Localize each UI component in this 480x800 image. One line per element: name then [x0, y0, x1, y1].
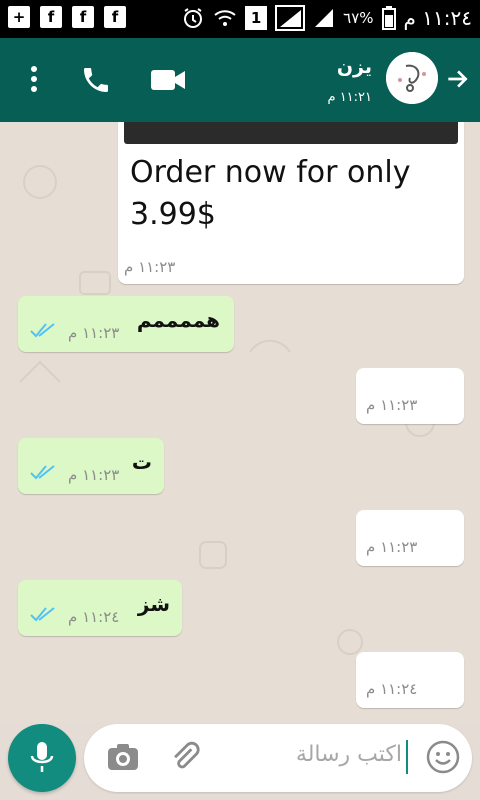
sim-label: 1 [250, 9, 262, 27]
outgoing-message[interactable]: ت ١١:٢٣ م [18, 438, 164, 494]
message-composer: اكتب رسالة [84, 724, 472, 792]
message-time: ١١:٢٣ م [68, 324, 120, 342]
text-cursor [406, 740, 408, 774]
outgoing-message[interactable]: هممممم ١١:٢٣ م [18, 296, 234, 352]
wifi-icon [213, 6, 237, 30]
incoming-message[interactable]: ١١:٢٣ م [356, 510, 464, 566]
clock: ١١:٢٤ م [403, 6, 472, 30]
phone-icon[interactable] [80, 64, 112, 100]
avatar[interactable] [386, 52, 438, 104]
microphone-button[interactable] [8, 724, 76, 792]
message-text: شز [137, 592, 170, 616]
chat-area[interactable]: Order now for only 3.99$ ١١:٢٣ م هممممم … [0, 122, 480, 722]
camera-icon[interactable] [106, 742, 140, 776]
message-time: ١١:٢٤ م [366, 680, 418, 698]
signal-icon [275, 5, 306, 31]
microphone-icon [30, 742, 54, 772]
last-seen: ١١:٢١ م [327, 90, 373, 105]
read-receipt-icon [30, 465, 55, 480]
outgoing-message[interactable]: شز ١١:٢٤ م [18, 580, 182, 636]
signal-icon [313, 7, 335, 29]
card-image [124, 122, 458, 144]
status-bar: + f f f 1 ٦٧% ١١:٢٤ م [0, 0, 480, 38]
alarm-icon [181, 6, 205, 30]
sim-badge: 1 [245, 6, 268, 30]
message-time: ١١:٢٣ م [68, 466, 120, 484]
system-icons: 1 ٦٧% ١١:٢٤ م [181, 5, 472, 31]
card-text: Order now for only 3.99$ [130, 155, 411, 232]
notification-icons: + f f f [8, 6, 126, 28]
plus-icon: + [8, 6, 30, 28]
overflow-menu-icon[interactable] [24, 66, 44, 94]
paperclip-icon[interactable] [168, 740, 202, 778]
message-time: ١١:٢٤ م [68, 608, 120, 626]
contact-name[interactable]: يزن [337, 56, 372, 78]
message-input[interactable]: اكتب رسالة [296, 742, 402, 767]
message-card[interactable]: Order now for only 3.99$ ١١:٢٣ م [118, 122, 464, 284]
read-receipt-icon [30, 607, 55, 622]
facebook-icon: f [40, 6, 62, 28]
facebook-icon: f [104, 6, 126, 28]
message-text: ت [131, 450, 152, 474]
read-receipt-icon [30, 323, 55, 338]
message-time: ١١:٢٣ م [366, 538, 418, 556]
chat-header: يزن ١١:٢١ م [0, 38, 480, 122]
battery-percent: ٦٧% [343, 9, 374, 27]
message-text: هممممم [136, 308, 220, 332]
incoming-message[interactable]: ١١:٢٣ م [356, 368, 464, 424]
video-call-icon[interactable] [150, 68, 186, 96]
message-time: ١١:٢٣ م [366, 396, 418, 414]
back-arrow-icon[interactable] [444, 66, 470, 96]
incoming-message[interactable]: ١١:٢٤ م [356, 652, 464, 708]
battery-icon [381, 6, 396, 30]
message-time: ١١:٢٣ م [124, 258, 176, 276]
facebook-icon: f [72, 6, 94, 28]
emoji-icon[interactable] [426, 740, 460, 778]
